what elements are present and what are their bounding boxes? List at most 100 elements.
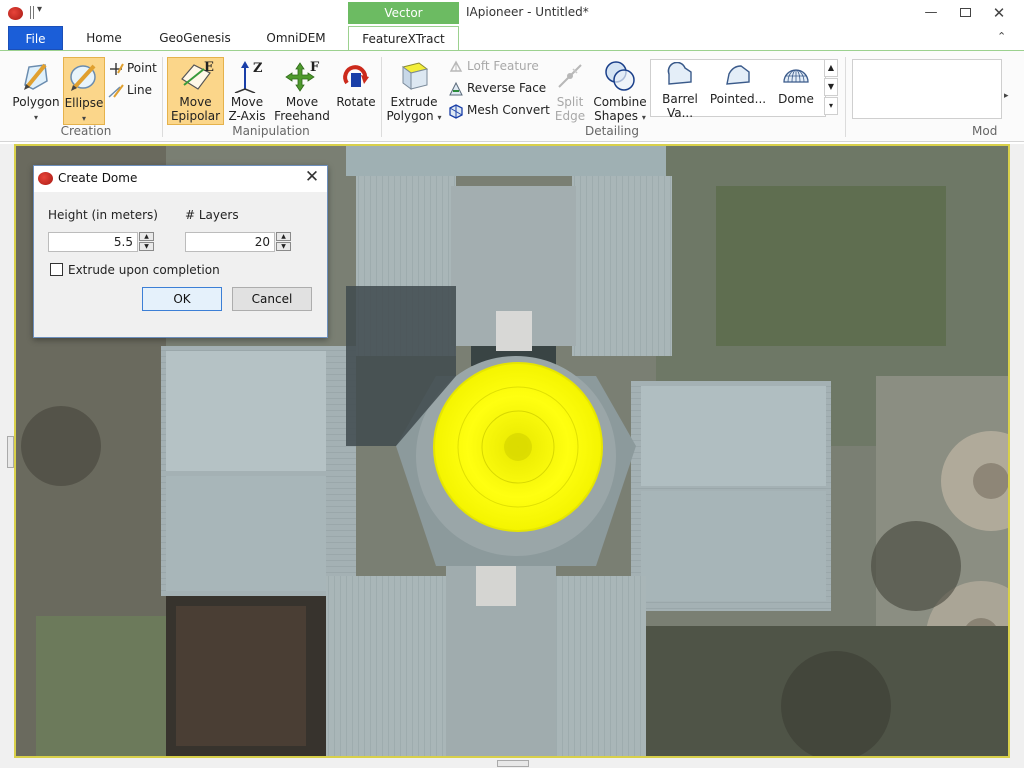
gallery-item-pointed[interactable]: Pointed... [709, 62, 767, 116]
gallery-scroll-up-icon[interactable]: ▲ [824, 59, 838, 77]
move-z-axis-label-line2: Z-Axis [228, 109, 266, 123]
rotate-label: Rotate [336, 95, 376, 109]
move-z-axis-icon: Z [234, 61, 263, 93]
pointed-label: Pointed... [709, 92, 767, 106]
tab-featurextract[interactable]: FeatureXTract [348, 26, 459, 51]
move-epipolar-icon: E [180, 60, 214, 90]
bottom-splitter-grip[interactable] [497, 760, 529, 767]
quick-access-separator [30, 6, 31, 19]
ribbon-scroll-right-icon[interactable]: ▸ [1004, 91, 1009, 101]
move-freehand-label-line2: Freehand [274, 109, 330, 123]
move-z-axis-label-line1: Move [230, 95, 264, 109]
split-edge-icon [558, 64, 582, 88]
svg-text:F: F [310, 60, 320, 75]
ok-button[interactable]: OK [142, 287, 222, 311]
tab-home[interactable]: Home [75, 26, 133, 50]
right-rail [1010, 144, 1024, 758]
combine-shapes-icon [605, 61, 635, 91]
quick-access-dropdown-icon[interactable]: ▾ [37, 4, 42, 15]
move-epipolar-button[interactable]: E Move Epipolar [167, 57, 224, 125]
rotate-button[interactable]: Rotate [334, 59, 378, 125]
point-button[interactable]: Point [108, 59, 157, 77]
tab-geogenesis[interactable]: GeoGenesis [153, 26, 237, 50]
shapes-gallery: Barrel Va... Pointed... Dome [650, 59, 826, 120]
close-window-button[interactable]: ✕ [982, 2, 1016, 24]
split-edge-label-line1: Split [556, 95, 584, 109]
loft-feature-icon [449, 60, 463, 72]
gallery-scroll: ▲ ▼ ▾ [824, 59, 838, 117]
line-button[interactable]: Line [108, 81, 152, 99]
ellipse-label: Ellipse [64, 96, 104, 110]
ellipse-button[interactable]: Ellipse ▾ [63, 57, 105, 125]
layers-up-icon[interactable]: ▲ [276, 232, 291, 241]
polygon-pencil-icon [24, 63, 48, 90]
tab-omnidem[interactable]: OmniDEM [256, 26, 336, 50]
reverse-face-icon [449, 81, 463, 95]
pointed-arch-icon [726, 65, 750, 85]
gallery-item-dome[interactable]: Dome [767, 62, 825, 116]
height-down-icon[interactable]: ▼ [139, 242, 154, 251]
split-edge-button[interactable]: Split Edge [552, 59, 588, 125]
height-up-icon[interactable]: ▲ [139, 232, 154, 241]
maximize-icon [959, 8, 971, 17]
move-z-axis-button[interactable]: Z Move Z-Axis [226, 59, 268, 125]
move-freehand-icon: F [285, 60, 320, 92]
gallery-expand-icon[interactable]: ▾ [824, 97, 838, 115]
extrude-polygon-label-line1: Extrude [390, 95, 438, 109]
tab-file[interactable]: File [8, 26, 63, 50]
collapse-ribbon-icon[interactable]: ⌃ [997, 30, 1006, 43]
minimize-button[interactable]: — [914, 2, 948, 24]
loft-feature-label: Loft Feature [467, 59, 539, 73]
extrude-checkbox[interactable] [50, 263, 63, 276]
polygon-button[interactable]: Polygon ▾ [10, 59, 62, 125]
ellipse-pencil-icon [70, 64, 96, 91]
app-logo-icon[interactable] [8, 7, 23, 20]
gallery-scroll-down-icon[interactable]: ▼ [824, 78, 838, 96]
polygon-dropdown-icon: ▾ [33, 113, 38, 122]
title-bar: ▾ Vector IApioneer - Untitled* — ✕ [0, 0, 1024, 26]
mesh-convert-label: Mesh Convert [467, 103, 550, 117]
combine-shapes-button[interactable]: Combine Shapes ▾ [592, 59, 648, 125]
extrude-polygon-icon [401, 62, 429, 90]
left-splitter-grip[interactable] [7, 436, 14, 468]
layers-down-icon[interactable]: ▼ [276, 242, 291, 251]
mod-panel [852, 59, 1002, 119]
svg-text:E: E [204, 60, 214, 75]
extrude-polygon-dropdown-icon: ▾ [437, 113, 442, 122]
layers-stepper[interactable]: ▲ ▼ [276, 232, 291, 252]
window-title: IApioneer - Untitled* [466, 5, 589, 19]
split-edge-label-line2: Edge [554, 109, 586, 123]
height-input[interactable]: 5.5 [48, 232, 138, 252]
barrel-vault-icon [667, 62, 692, 85]
context-tab-group-vector: Vector [348, 2, 459, 24]
group-label-creation: Creation [60, 124, 112, 138]
quick-access-separator [33, 6, 34, 19]
reverse-face-button[interactable]: Reverse Face [448, 79, 546, 97]
dialog-close-button[interactable]: ✕ [302, 167, 322, 187]
group-label-detailing: Detailing [585, 124, 639, 138]
ribbon-tab-bar: File Home GeoGenesis OmniDEM FeatureXTra… [0, 26, 1024, 51]
move-freehand-label-line1: Move [285, 95, 319, 109]
mesh-convert-icon [449, 103, 463, 119]
svg-text:Z: Z [253, 61, 263, 76]
move-freehand-button[interactable]: F Move Freehand [273, 59, 331, 125]
line-label: Line [127, 83, 153, 97]
move-epipolar-label-line2: Epipolar [170, 109, 221, 123]
layers-label: # Layers [185, 208, 239, 222]
barrel-vault-label: Barrel Va... [662, 92, 698, 120]
combine-shapes-label-line1: Combine [593, 95, 647, 109]
gallery-item-barrel-vault[interactable]: Barrel Va... [651, 62, 709, 120]
create-dome-dialog: Create Dome ✕ Height (in meters) 5.5 ▲ ▼… [33, 165, 328, 338]
combine-shapes-dropdown-icon: ▾ [641, 113, 646, 122]
layers-input[interactable]: 20 [185, 232, 275, 252]
ribbon-group-separator [381, 57, 382, 137]
mesh-convert-button[interactable]: Mesh Convert [448, 101, 550, 119]
height-stepper[interactable]: ▲ ▼ [139, 232, 154, 252]
extrude-polygon-button[interactable]: Extrude Polygon ▾ [386, 59, 442, 125]
height-label: Height (in meters) [48, 208, 158, 222]
combine-shapes-label-line2: Shapes [594, 109, 638, 123]
cancel-button[interactable]: Cancel [232, 287, 312, 311]
reverse-face-label: Reverse Face [467, 81, 547, 95]
maximize-button[interactable] [948, 2, 982, 24]
loft-feature-button[interactable]: Loft Feature [448, 57, 539, 75]
